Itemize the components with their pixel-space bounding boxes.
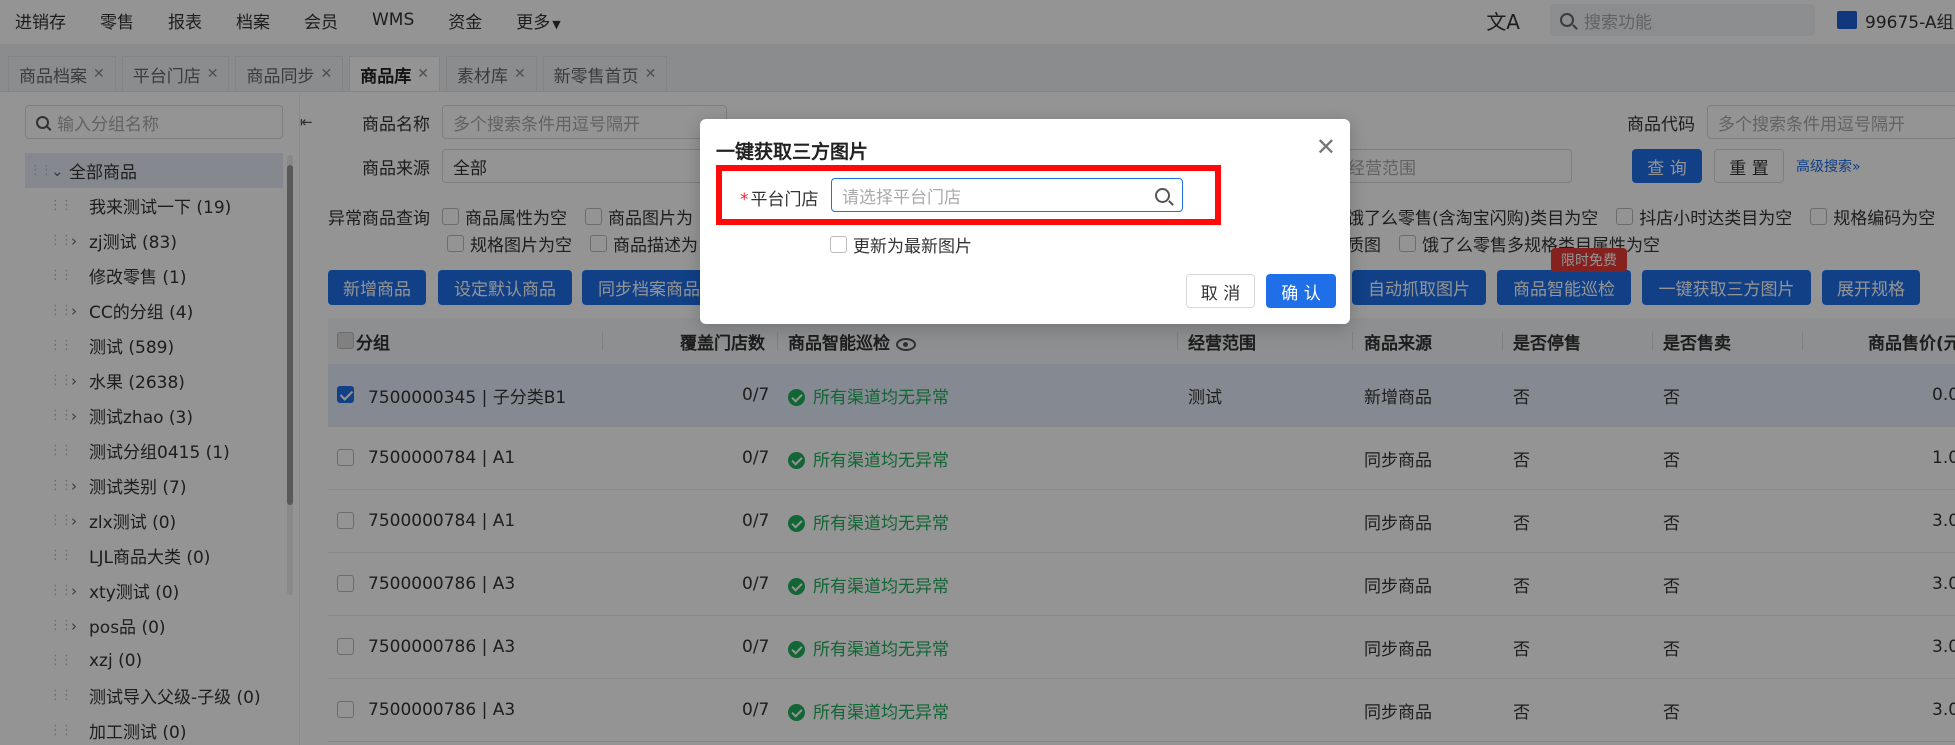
platform-store-label-text: 平台门店 [750, 190, 819, 210]
close-icon[interactable]: ✕ [1316, 135, 1336, 159]
update-latest-image-option[interactable]: 更新为最新图片 [830, 232, 972, 257]
update-latest-image-label: 更新为最新图片 [853, 237, 972, 257]
confirm-button[interactable]: 确 认 [1266, 274, 1336, 308]
platform-store-select[interactable]: 请选择平台门店 [831, 178, 1183, 212]
dialog-title: 一键获取三方图片 [716, 141, 869, 163]
cancel-button[interactable]: 取 消 [1186, 274, 1255, 308]
search-icon[interactable] [1155, 188, 1170, 203]
platform-store-placeholder: 请选择平台门店 [842, 187, 961, 208]
required-mark: * [740, 190, 749, 210]
platform-store-label: * 平台门店 [740, 185, 819, 210]
modal-overlay[interactable] [0, 0, 1955, 745]
update-latest-image-checkbox[interactable] [830, 236, 847, 253]
fetch-third-party-image-dialog: 一键获取三方图片 ✕ * 平台门店 请选择平台门店 更新为最新图片 取 消 确 认 [700, 119, 1350, 324]
